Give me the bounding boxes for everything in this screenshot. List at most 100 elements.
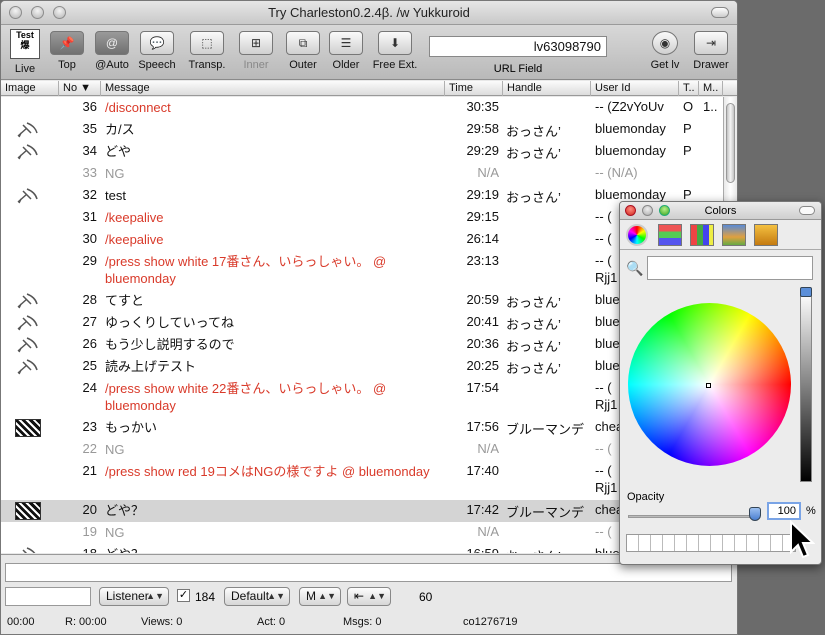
row-handle: おっさん’ xyxy=(506,190,561,205)
top-tool[interactable]: 📌 Top xyxy=(49,29,85,71)
row-message: どや？ xyxy=(105,546,439,553)
table-row[interactable]: 26 もう少し説明するので 20:36 おっさん’ blue xyxy=(1,334,723,356)
table-row[interactable]: 27 ゆっくりしていってね 20:41 おっさん’ blue xyxy=(1,312,723,334)
row-handle: おっさん’ xyxy=(506,317,561,332)
col-m[interactable]: M.. xyxy=(699,81,723,96)
row-time: 17:40 xyxy=(466,463,499,478)
free-ext-tool[interactable]: ⬇ Free Ext. xyxy=(371,29,419,71)
transparency-tool[interactable]: ⬚ Transp. xyxy=(185,29,229,71)
row-time: 29:15 xyxy=(466,209,499,224)
col-user-id[interactable]: User Id xyxy=(591,81,679,96)
size-popup[interactable]: M ▲▼ xyxy=(299,587,341,606)
row-handle: おっさん’ xyxy=(506,146,561,161)
popup-arrows-icon: ▲▼ xyxy=(318,591,336,601)
scroll-thumb[interactable] xyxy=(726,103,735,183)
toolbar-toggle-button[interactable] xyxy=(711,7,729,18)
magnifier-icon[interactable]: 🔍 xyxy=(626,260,643,277)
comment-input[interactable] xyxy=(5,563,732,582)
speech-tool[interactable]: 💬 Speech xyxy=(137,29,177,71)
table-row[interactable]: 30/keepalive 26:14 -- ( xyxy=(1,229,723,251)
color-wheel-tab-icon[interactable] xyxy=(626,224,648,246)
table-row[interactable]: 31/keepalive 29:15 -- ( xyxy=(1,207,723,229)
listener-popup[interactable]: Listener ▲▼ xyxy=(99,587,169,606)
popup-arrows-icon: ▲▼ xyxy=(368,591,386,601)
row-time: 23:13 xyxy=(466,253,499,268)
panel-close-button[interactable] xyxy=(625,205,636,216)
palettes-tab-icon[interactable] xyxy=(690,224,714,246)
colors-panel: Colors 🔍 Opacity 100 % xyxy=(619,201,822,565)
default-popup[interactable]: Default ▲▼ xyxy=(224,587,290,606)
table-row[interactable]: 32 test 29:19 おっさん’ bluemonday P xyxy=(1,185,723,207)
table-row[interactable]: 25 読み上げテスト 20:25 おっさん’ blue xyxy=(1,356,723,378)
outer-tool[interactable]: ⧉ Outer xyxy=(284,29,322,71)
table-row[interactable]: 23 もっかい 17:56 ブルーマンデ chea xyxy=(1,417,723,439)
table-row[interactable]: 20 どや？ 17:42 ブルーマンデ chea xyxy=(1,500,723,522)
table-row[interactable]: 19 NG N/A -- ( xyxy=(1,522,723,544)
table-row[interactable]: 24/press show white 22番さん、いらっしゃい。 @ blue… xyxy=(1,378,723,417)
sliders-tab-icon[interactable] xyxy=(658,224,682,246)
comment-table: 36/disconnect 30:35 -- (Z2vYoUv O 1.. 35 カ/ス 29… xyxy=(1,97,723,553)
listener-value: Listener xyxy=(106,589,149,603)
row-number: 36 xyxy=(82,99,97,114)
color-swatches[interactable] xyxy=(626,534,796,552)
live-tool[interactable]: Test 爆 Live xyxy=(7,29,43,75)
brightness-thumb[interactable] xyxy=(800,287,812,297)
dotted-rect-icon: ⬚ xyxy=(190,31,224,55)
table-row[interactable]: 34 どや 29:29 おっさん’ bluemonday P xyxy=(1,141,723,163)
table-row[interactable]: 36/disconnect 30:35 -- (Z2vYoUv O 1.. xyxy=(1,97,723,119)
brightness-slider[interactable] xyxy=(800,292,812,482)
crayons-tab-icon[interactable] xyxy=(754,224,778,246)
table-row[interactable]: 21/press show red 19コメはNGの様ですよ @ bluemon… xyxy=(1,461,723,500)
table-row[interactable]: 35 カ/ス 29:58 おっさん’ bluemonday P xyxy=(1,119,723,141)
status-views: Views: 0 xyxy=(141,616,183,628)
position-popup[interactable]: ⇤ ▲▼ xyxy=(347,587,391,606)
col-time[interactable]: Time xyxy=(445,81,503,96)
color-search-input[interactable] xyxy=(647,256,813,280)
command-input[interactable] xyxy=(5,587,91,606)
row-number: 22 xyxy=(82,441,97,456)
bottom-panel: Listener ▲▼ ✓ 184 Default ▲▼ M ▲▼ ⇤ ▲▼ 60 00… xyxy=(1,554,737,634)
color-picker-cursor[interactable] xyxy=(706,383,711,388)
panel-minimize-button[interactable] xyxy=(642,205,653,216)
minimize-button[interactable] xyxy=(31,6,44,19)
panel-toolbar-toggle[interactable] xyxy=(799,206,815,215)
table-row[interactable]: 22 NG N/A -- ( xyxy=(1,439,723,461)
col-handle[interactable]: Handle xyxy=(503,81,591,96)
live-label: Live xyxy=(14,63,36,75)
row-message: どや xyxy=(105,144,132,159)
drawer-icon: ⇥ xyxy=(694,31,728,55)
col-no[interactable]: No ▼ xyxy=(59,81,101,96)
older-tool[interactable]: ☰ Older xyxy=(327,29,365,71)
panel-zoom-button[interactable] xyxy=(659,205,670,216)
auto-tool[interactable]: @ @Auto xyxy=(93,29,131,71)
table-row[interactable]: 18どや？16:59おっさん’blue xyxy=(1,544,723,553)
inner-tool[interactable]: ⊞ Inner xyxy=(237,29,275,71)
row-message: NG xyxy=(105,166,125,181)
col-message[interactable]: Message xyxy=(101,81,445,96)
opacity-slider[interactable] xyxy=(628,515,756,518)
count-checkbox[interactable]: ✓ xyxy=(177,589,190,602)
zoom-button[interactable] xyxy=(53,6,66,19)
opacity-thumb[interactable] xyxy=(749,507,761,521)
row-message: NG xyxy=(105,442,125,457)
col-image[interactable]: Image xyxy=(1,81,59,96)
opacity-input[interactable]: 100 xyxy=(767,502,801,520)
get-lv-tool[interactable]: ◉ Get lv xyxy=(647,29,683,71)
row-message: /press show white 17番さん、いらっしゃい。 @ bluemo… xyxy=(105,254,387,286)
col-t[interactable]: T.. xyxy=(679,81,699,96)
row-message: どや？ xyxy=(105,503,145,518)
url-input[interactable]: lv63098790 xyxy=(429,36,607,57)
speech-label: Speech xyxy=(138,59,176,71)
table-row[interactable]: 29/press show white 17番さん、いらっしゃい。 @ blue… xyxy=(1,251,723,290)
table-row[interactable]: 28 てすと 20:59 おっさん’ blue xyxy=(1,290,723,312)
table-row[interactable]: 33 NG N/A -- (N/A) xyxy=(1,163,723,185)
image-palette-tab-icon[interactable] xyxy=(722,224,746,246)
row-time: 20:59 xyxy=(466,292,499,307)
row-message: /disconnect xyxy=(105,100,171,115)
row-message: /keepalive xyxy=(105,210,164,225)
close-button[interactable] xyxy=(9,6,22,19)
row-time: N/A xyxy=(477,165,499,180)
row-message: /press show white 22番さん、いらっしゃい。 @ bluemo… xyxy=(105,381,387,413)
drawer-tool[interactable]: ⇥ Drawer xyxy=(691,29,731,71)
row-message: もう少し説明するので xyxy=(105,337,235,352)
